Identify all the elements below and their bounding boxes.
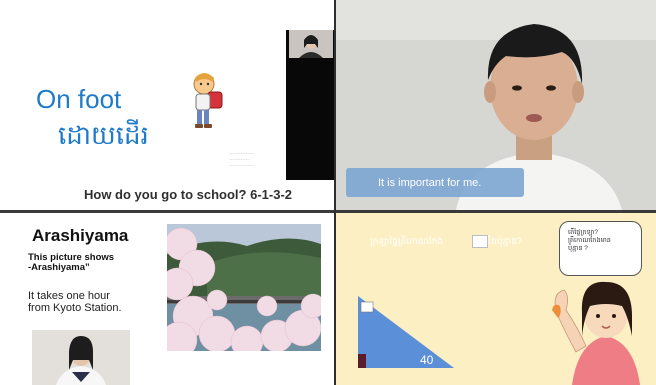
teacher-girl-illustration bbox=[552, 281, 640, 385]
slide-khmer-text: ដោយដើរ bbox=[58, 121, 149, 151]
slide-credit: …………… ………… …………… bbox=[229, 150, 254, 168]
slide-heading: On foot bbox=[36, 84, 122, 114]
slide-travel-time: It takes one hour from Kyoto Station. bbox=[28, 290, 122, 314]
answer-box bbox=[472, 235, 488, 248]
math-question-text: ក្រឡាផ្ទៃត្រីកោណកែង ស្មើនឹងប៉ុន្មាន? bbox=[370, 236, 522, 246]
right-triangle-diagram bbox=[358, 296, 454, 368]
participant-video-girl[interactable] bbox=[32, 330, 130, 385]
person-thumbnail-image bbox=[289, 30, 333, 58]
angle-label: 40 bbox=[420, 353, 434, 367]
cherry-blossom-bridge-image bbox=[167, 224, 321, 351]
girl-video-frame bbox=[32, 330, 130, 385]
walking-child-illustration bbox=[193, 73, 223, 128]
subtitle-text: It is important for me. bbox=[378, 177, 482, 189]
slide-place-title: Arashiyama bbox=[32, 226, 129, 245]
slide-picture-caption: This picture shows -Arashiyama” bbox=[28, 252, 115, 273]
grid-divider-vertical bbox=[334, 0, 336, 385]
grid-divider-horizontal bbox=[0, 210, 656, 213]
speech-bubble-text: តើផ្ទៃក្រឡា? ត្រីកោណកែងមាន ប៉ុន្មាន ? bbox=[568, 229, 611, 252]
participant-video-thumbnail[interactable] bbox=[289, 30, 333, 58]
arashiyama-photo bbox=[167, 224, 321, 351]
video-call-grid: On foot ដោយដើរ How do you go to school? … bbox=[0, 0, 656, 385]
slide-caption: How do you go to school? 6-1-3-2 bbox=[84, 187, 292, 202]
